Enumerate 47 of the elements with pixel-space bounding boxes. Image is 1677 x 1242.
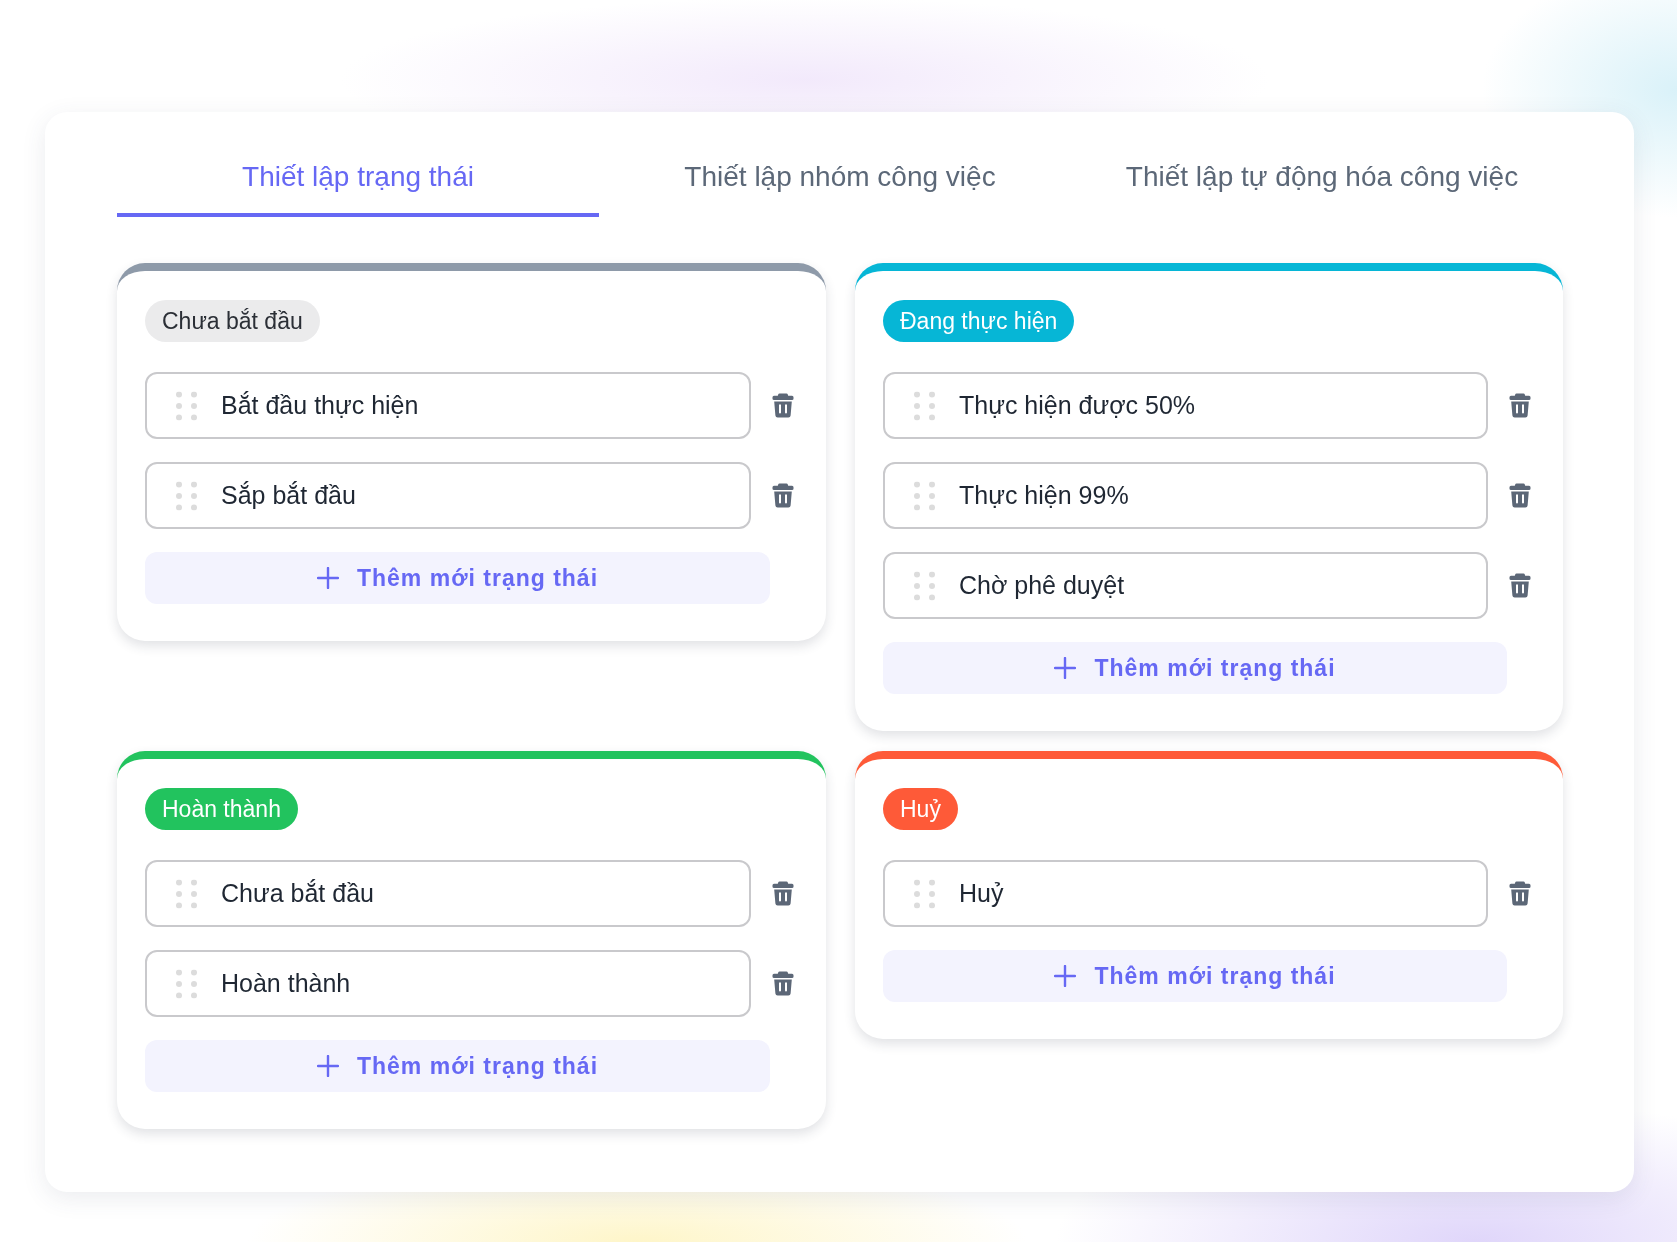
- status-name-field[interactable]: Thực hiện 99%: [883, 462, 1488, 529]
- tab[interactable]: Thiết lập tự động hóa công việc: [1081, 152, 1563, 217]
- status-name-field[interactable]: Huỷ: [883, 860, 1488, 927]
- delete-button[interactable]: [772, 393, 794, 418]
- status-name-field[interactable]: Bắt đầu thực hiện: [145, 372, 751, 439]
- add-status-button[interactable]: Thêm mới trạng thái: [145, 552, 770, 604]
- trash-icon: [1509, 483, 1531, 508]
- status-name-field[interactable]: Chưa bắt đầu: [145, 860, 751, 927]
- status-name-field[interactable]: Thực hiện được 50%: [883, 372, 1488, 439]
- trash-icon: [772, 393, 794, 418]
- drag-handle-icon[interactable]: [914, 879, 935, 908]
- status-name-field[interactable]: Hoàn thành: [145, 950, 751, 1017]
- trash-icon: [1509, 881, 1531, 906]
- add-status-button[interactable]: Thêm mới trạng thái: [883, 642, 1507, 694]
- plus-icon: [316, 1055, 339, 1077]
- drag-handle-icon[interactable]: [914, 571, 935, 600]
- drag-handle-icon[interactable]: [914, 391, 935, 420]
- trash-icon: [772, 483, 794, 508]
- delete-button[interactable]: [1509, 881, 1531, 906]
- status-badge: Hoàn thành: [145, 788, 298, 830]
- tab[interactable]: Thiết lập nhóm công việc: [599, 152, 1081, 217]
- delete-button[interactable]: [772, 881, 794, 906]
- drag-handle-icon[interactable]: [176, 969, 197, 998]
- drag-handle-icon[interactable]: [914, 481, 935, 510]
- plus-icon: [1054, 965, 1077, 987]
- delete-button[interactable]: [772, 971, 794, 996]
- status-badge: Chưa bắt đầu: [145, 300, 320, 342]
- delete-button[interactable]: [1509, 483, 1531, 508]
- trash-icon: [772, 971, 794, 996]
- trash-icon: [772, 881, 794, 906]
- trash-icon: [1509, 393, 1531, 418]
- status-name-field[interactable]: Sắp bắt đầu: [145, 462, 751, 529]
- drag-handle-icon[interactable]: [176, 481, 197, 510]
- status-name-field[interactable]: Chờ phê duyệt: [883, 552, 1488, 619]
- status-badge: Đang thực hiện: [883, 300, 1075, 342]
- add-status-button[interactable]: Thêm mới trạng thái: [145, 1040, 770, 1092]
- trash-icon: [1509, 573, 1531, 598]
- plus-icon: [1054, 657, 1077, 679]
- drag-handle-icon[interactable]: [176, 391, 197, 420]
- delete-button[interactable]: [772, 483, 794, 508]
- delete-button[interactable]: [1509, 393, 1531, 418]
- add-status-button[interactable]: Thêm mới trạng thái: [883, 950, 1507, 1002]
- status-badge: Huỷ: [883, 788, 958, 830]
- drag-handle-icon[interactable]: [176, 879, 197, 908]
- delete-button[interactable]: [1509, 573, 1531, 598]
- plus-icon: [316, 567, 339, 589]
- tab[interactable]: Thiết lập trạng thái: [117, 152, 599, 217]
